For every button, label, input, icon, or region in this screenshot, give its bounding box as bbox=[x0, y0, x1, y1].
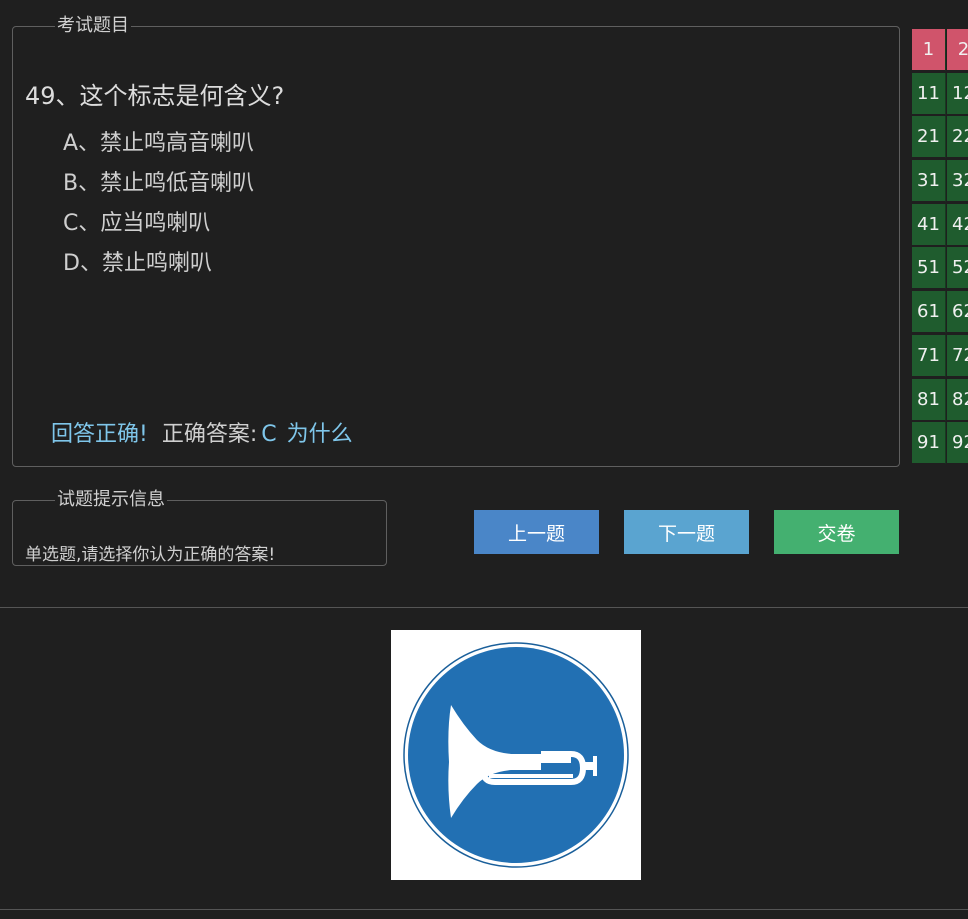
result-status: 回答正确! bbox=[51, 422, 148, 447]
question-number-cell[interactable]: 21 bbox=[912, 116, 946, 159]
question-number-cell[interactable]: 72 bbox=[947, 334, 968, 377]
section-divider bbox=[0, 607, 968, 608]
question-number-cell[interactable]: 61 bbox=[912, 291, 946, 334]
question-number-cell[interactable]: 82 bbox=[947, 378, 968, 421]
horn-sign-icon bbox=[403, 642, 629, 868]
footer-divider bbox=[0, 909, 968, 910]
answer-grid: 12111221223132414251526162717281829192 bbox=[912, 29, 968, 466]
answer-grid-row: 7172 bbox=[912, 334, 968, 379]
question-number-cell[interactable]: 71 bbox=[912, 334, 946, 377]
question-number-cell[interactable]: 62 bbox=[947, 291, 968, 334]
question-number-cell[interactable]: 2 bbox=[947, 29, 968, 71]
question-image bbox=[391, 630, 641, 880]
question-number-cell[interactable]: 51 bbox=[912, 247, 946, 290]
answer-grid-row: 1112 bbox=[912, 72, 968, 117]
correct-answer-label: 正确答案: bbox=[161, 422, 258, 447]
option-c[interactable]: C、应当鸣喇叭 bbox=[63, 204, 254, 244]
answer-grid-row: 2122 bbox=[912, 116, 968, 160]
option-d[interactable]: D、禁止鸣喇叭 bbox=[63, 244, 254, 284]
question-number-cell[interactable]: 41 bbox=[912, 203, 946, 246]
option-b[interactable]: B、禁止鸣低音喇叭 bbox=[63, 164, 254, 204]
question-number-cell[interactable]: 32 bbox=[947, 160, 968, 203]
result-line: 回答正确! 正确答案: C 为什么 bbox=[51, 416, 353, 448]
question-number-cell[interactable]: 11 bbox=[912, 72, 946, 115]
question-number-cell[interactable]: 91 bbox=[912, 422, 946, 465]
answer-grid-row: 9192 bbox=[912, 422, 968, 466]
question-number-cell[interactable]: 22 bbox=[947, 116, 968, 159]
why-link[interactable]: 为什么 bbox=[287, 422, 353, 447]
submit-exam-button[interactable]: 交卷 bbox=[774, 510, 899, 554]
question-number-cell[interactable]: 12 bbox=[947, 72, 968, 115]
question-number-cell[interactable]: 81 bbox=[912, 378, 946, 421]
answer-grid-row: 5152 bbox=[912, 247, 968, 291]
answer-grid-row: 3132 bbox=[912, 160, 968, 204]
next-question-button[interactable]: 下一题 bbox=[624, 510, 749, 554]
question-number-cell[interactable]: 1 bbox=[912, 29, 946, 71]
option-a[interactable]: A、禁止鸣高音喇叭 bbox=[63, 124, 254, 164]
hint-panel: 试题提示信息 单选题,请选择你认为正确的答案! bbox=[12, 490, 387, 566]
answer-grid-row: 4142 bbox=[912, 203, 968, 248]
answer-grid-row: 6162 bbox=[912, 291, 968, 335]
answer-grid-row: 8182 bbox=[912, 378, 968, 423]
question-text: 49、这个标志是何含义? bbox=[25, 82, 285, 110]
prev-question-button[interactable]: 上一题 bbox=[474, 510, 599, 554]
question-number-cell[interactable]: 31 bbox=[912, 160, 946, 203]
question-number-cell[interactable]: 52 bbox=[947, 247, 968, 290]
answer-grid-row: 12 bbox=[912, 29, 968, 73]
question-panel-legend: 考试题目 bbox=[57, 15, 129, 36]
question-number-cell[interactable]: 92 bbox=[947, 422, 968, 465]
options-list: A、禁止鸣高音喇叭 B、禁止鸣低音喇叭 C、应当鸣喇叭 D、禁止鸣喇叭 bbox=[63, 124, 254, 284]
question-number-cell[interactable]: 42 bbox=[947, 203, 968, 246]
hint-text: 单选题,请选择你认为正确的答案! bbox=[25, 545, 276, 565]
hint-panel-legend: 试题提示信息 bbox=[57, 489, 165, 510]
correct-answer-value: C bbox=[261, 422, 277, 447]
question-panel: 考试题目 49、这个标志是何含义? A、禁止鸣高音喇叭 B、禁止鸣低音喇叭 C、… bbox=[12, 16, 900, 467]
